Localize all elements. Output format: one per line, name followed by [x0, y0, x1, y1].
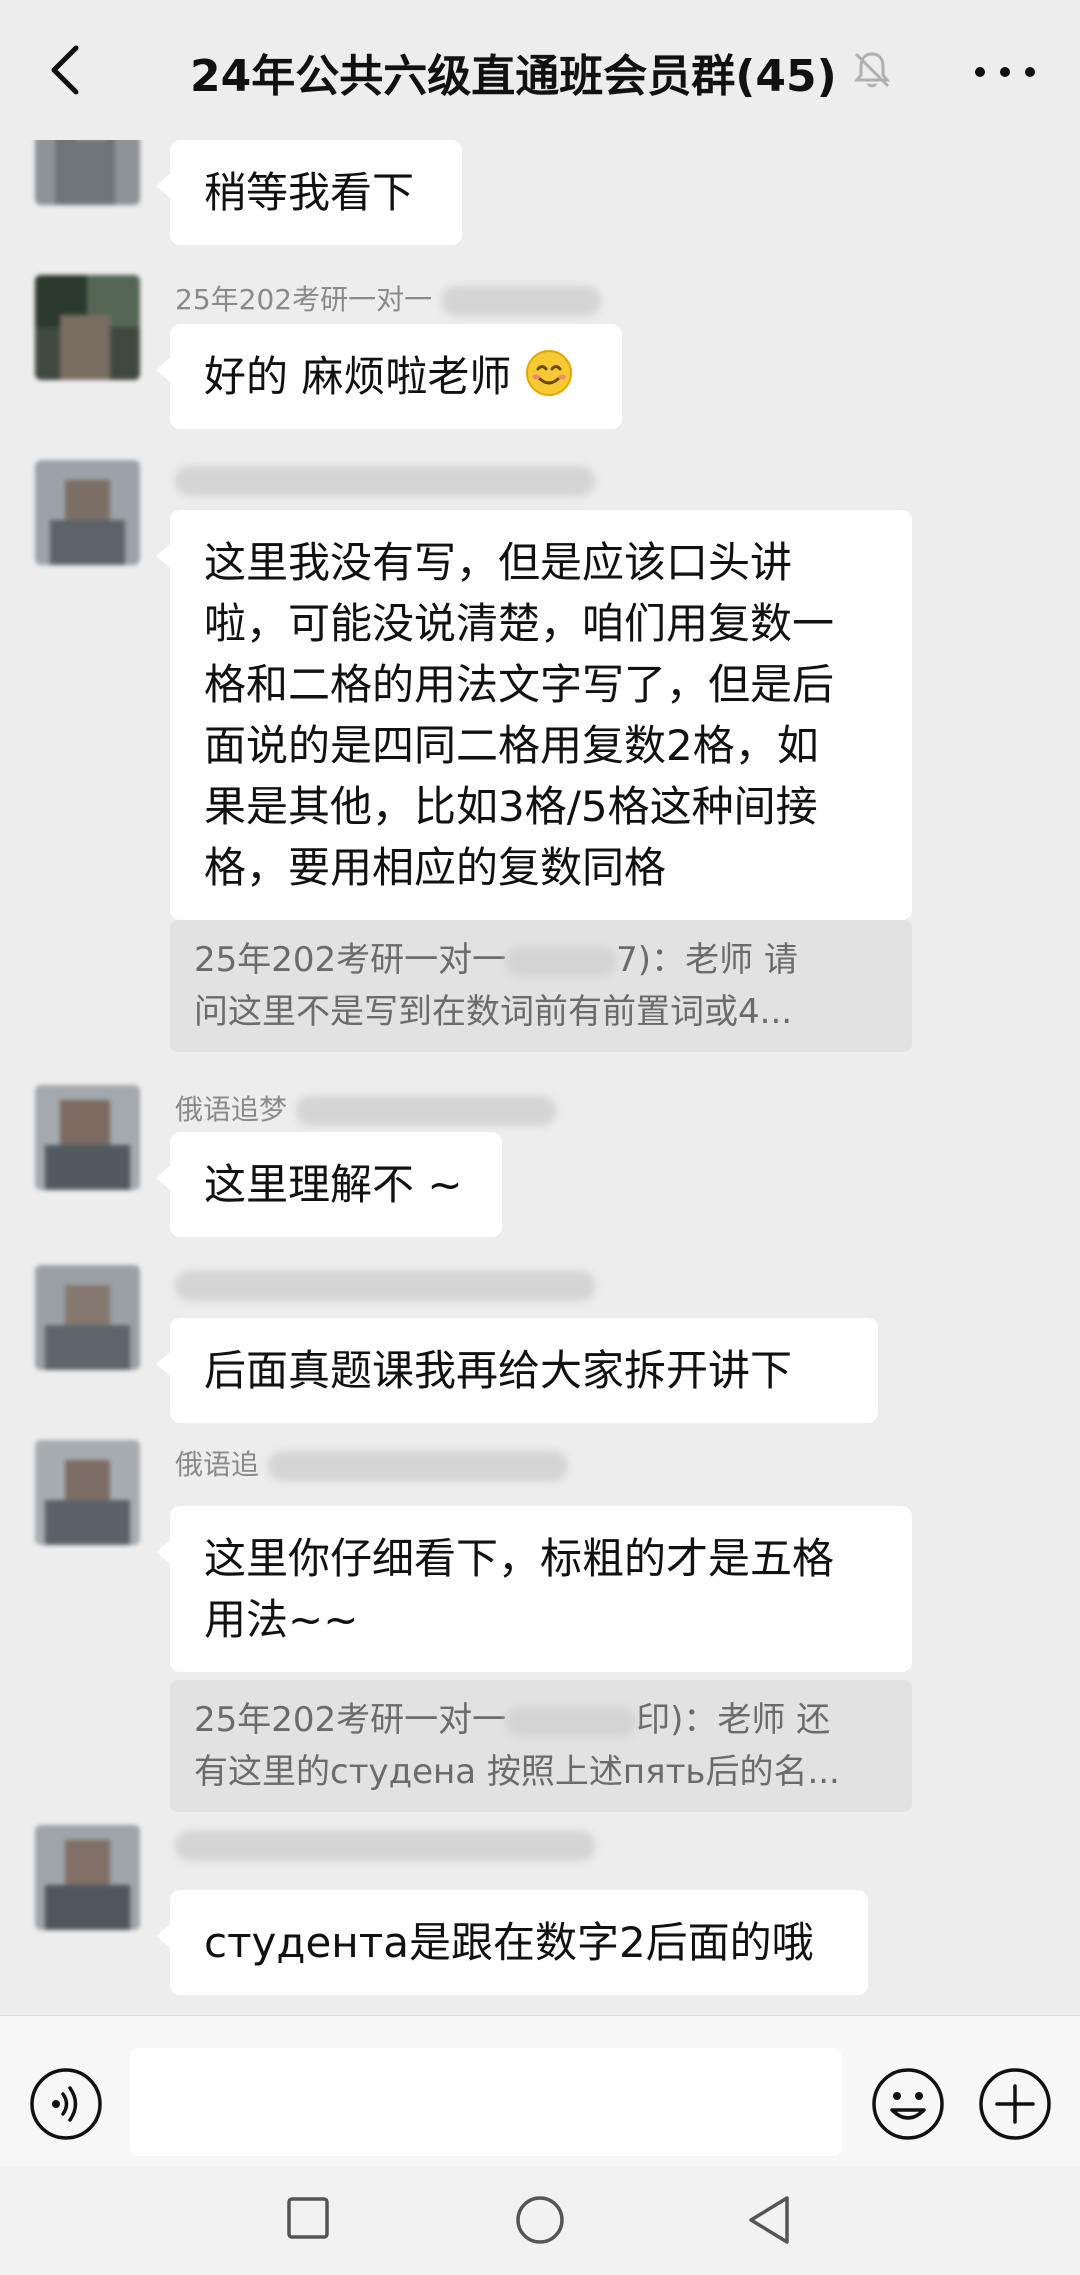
- sender-name: 25年202考研一对一: [175, 278, 601, 318]
- sender-name: 俄语追: [175, 1443, 568, 1483]
- system-nav-bar: [0, 2166, 1080, 2275]
- message-bubble[interactable]: 这里我没有写，但是应该口头讲 啦，可能没说清楚，咱们用复数一 格和二格的用法文字…: [156, 510, 912, 920]
- redacted-name: [175, 466, 595, 496]
- avatar[interactable]: [35, 460, 140, 565]
- plus-icon[interactable]: [977, 2066, 1053, 2142]
- redacted-name: [440, 286, 601, 316]
- message-bubble[interactable]: 这里你仔细看下，标粗的才是五格 用法~~: [156, 1506, 912, 1672]
- message-line: 果是其他，比如3格/5格这种间接: [204, 782, 818, 831]
- redacted-name: [267, 1451, 568, 1481]
- message-text: 后面真题课我再给大家拆开讲下: [204, 1346, 793, 1395]
- avatar[interactable]: [35, 1265, 140, 1370]
- avatar[interactable]: [35, 275, 140, 380]
- message-input[interactable]: [130, 2048, 842, 2156]
- input-bar: [0, 2015, 1080, 2166]
- redacted-name: [295, 1096, 556, 1126]
- message-text: студента是跟在数字2后面的哦: [204, 1918, 814, 1967]
- message-bubble[interactable]: студента是跟在数字2后面的哦: [156, 1890, 868, 1995]
- message-bubble[interactable]: 好的 麻烦啦老师: [156, 324, 622, 429]
- chat-title: 24年公共六级直通班会员群(45): [190, 51, 837, 102]
- message-text: 稍等我看下: [204, 168, 415, 217]
- chevron-left-icon[interactable]: [38, 40, 98, 100]
- redacted-name: [506, 946, 617, 977]
- quoted-message[interactable]: 25年202考研一对一 7)：老师 请 问这里不是写到在数词前有前置词或4...: [170, 920, 912, 1052]
- quote-line: 问这里不是写到在数词前有前置词或4...: [194, 992, 793, 1032]
- sender-name: 俄语追梦: [175, 1088, 556, 1128]
- triangle-back-icon[interactable]: [745, 2194, 793, 2246]
- message-line: 这里你仔细看下，标粗的才是五格: [204, 1534, 835, 1583]
- chat-messages[interactable]: 稍等我看下 25年202考研一对一 好的 麻烦啦老师 这里我没有写，但是应该口头…: [0, 140, 1080, 2015]
- redacted-name: [175, 1271, 595, 1301]
- quote-line: 25年202考研一对一 印)：老师 还: [194, 1700, 831, 1740]
- redacted-name: [175, 1831, 595, 1861]
- avatar[interactable]: [35, 1085, 140, 1190]
- quoted-message[interactable]: 25年202考研一对一 印)：老师 还 有这里的студена 按照上述пять后…: [170, 1680, 912, 1812]
- message-line: 面说的是四同二格用复数2格，如: [204, 721, 819, 770]
- circle-icon[interactable]: [514, 2194, 566, 2246]
- quote-line: 有这里的студена 按照上述пять后的名...: [194, 1752, 840, 1792]
- sender-name: [175, 1268, 595, 1301]
- message-bubble[interactable]: 这里理解不 ~: [156, 1132, 502, 1237]
- message-line: 啦，可能没说清楚，咱们用复数一: [204, 599, 835, 648]
- avatar[interactable]: [35, 1825, 140, 1930]
- bell-muted-icon: [853, 52, 891, 88]
- message-bubble[interactable]: 后面真题课我再给大家拆开讲下: [156, 1318, 878, 1423]
- top-bar: 24年公共六级直通班会员群(45): [0, 0, 1080, 140]
- avatar[interactable]: [35, 1440, 140, 1545]
- avatar[interactable]: [35, 140, 140, 205]
- message-line: 格，要用相应的复数同格: [204, 843, 667, 892]
- message-bubble[interactable]: 稍等我看下: [156, 140, 462, 245]
- message-text: 这里理解不 ~: [204, 1160, 463, 1209]
- message-line: 这里我没有写，但是应该口头讲: [204, 538, 793, 587]
- more-dots-icon[interactable]: [970, 52, 1040, 92]
- message-line: 用法~~: [204, 1595, 359, 1644]
- quote-line: 25年202考研一对一 7)：老师 请: [194, 940, 798, 980]
- square-icon[interactable]: [286, 2196, 330, 2240]
- redacted-name: [506, 1706, 637, 1737]
- sender-name: [175, 463, 595, 496]
- voice-icon[interactable]: [28, 2066, 104, 2142]
- message-line: 格和二格的用法文字写了，但是后: [204, 660, 835, 709]
- message-text: 好的 麻烦啦老师: [204, 352, 512, 401]
- emoji-icon[interactable]: [870, 2066, 946, 2142]
- smile-emoji-icon: [525, 350, 572, 396]
- sender-name: [175, 1828, 595, 1861]
